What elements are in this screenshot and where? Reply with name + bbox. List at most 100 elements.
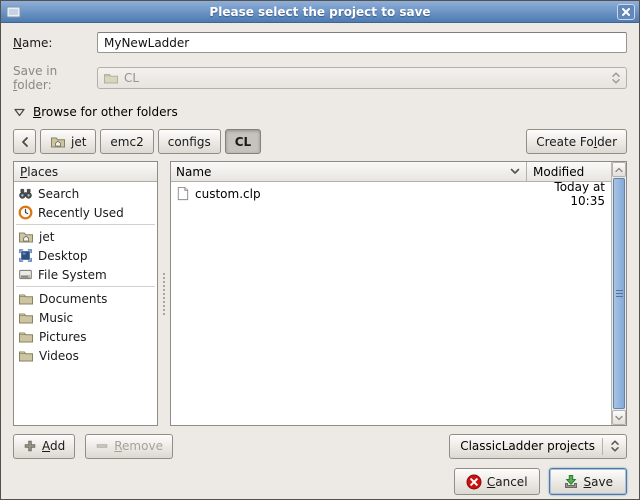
path-back-button[interactable] [13,129,36,154]
file-list-pane: Name Modified custom.clp Today at 10:35 [170,161,627,426]
titlebar[interactable]: Please select the project to save [1,1,639,23]
add-button[interactable]: Add [13,434,75,459]
document-icon [175,186,190,201]
places-header[interactable]: Places [14,162,157,182]
file-list: Name Modified custom.clp Today at 10:35 [171,162,611,425]
path-bar: jet emc2 configs CL Create Folder [13,129,627,154]
close-icon [621,7,631,17]
place-item-label: jet [39,230,54,244]
name-label: Name: [13,36,97,50]
place-item-label: Desktop [38,249,88,263]
remove-label: Remove [114,439,163,453]
places-pane: Places Search Recently Used jet [13,161,158,426]
cancel-button[interactable]: Cancel [454,468,540,495]
place-item-search[interactable]: Search [14,184,157,203]
save-in-folder-label: Save in folder: [13,64,97,92]
project-name-input[interactable] [97,32,627,53]
file-name: custom.clp [195,187,514,201]
file-list-scrollbar[interactable] [611,162,626,425]
combo-divider [602,438,603,455]
desktop-icon [18,248,33,263]
place-item-label: Videos [39,349,79,363]
save-in-folder-combo[interactable]: CL [97,67,627,89]
places-header-label: Places [20,165,58,179]
place-item-pictures[interactable]: Pictures [14,327,157,346]
place-item-desktop[interactable]: Desktop [14,246,157,265]
column-modified-label: Modified [533,165,584,179]
expander-triangle-icon [13,106,26,118]
path-button-label: configs [168,135,211,149]
save-in-folder-row: Save in folder: CL [13,64,627,92]
path-button-jet[interactable]: jet [40,129,96,154]
file-row-custom-clp[interactable]: custom.clp Today at 10:35 [171,184,611,203]
column-header-modified[interactable]: Modified [527,162,611,181]
path-button-emc2[interactable]: emc2 [100,129,153,154]
close-button[interactable] [617,4,635,20]
actions-row: Add Remove ClassicLadder projects [13,433,627,459]
folder-icon [103,70,119,86]
file-type-filter-dropdown[interactable]: ClassicLadder projects [449,434,627,459]
path-button-configs[interactable]: configs [158,129,221,154]
place-item-label: Documents [39,292,107,306]
place-item-label: Recently Used [38,206,124,220]
scroll-down-button[interactable] [612,410,626,425]
save-in-folder-value: CL [124,71,139,85]
plus-icon [23,439,37,453]
minus-icon [95,439,109,453]
folder-icon [18,329,34,345]
search-icon [18,186,33,201]
browser-panes: Places Search Recently Used jet [13,161,627,426]
place-item-documents[interactable]: Documents [14,289,157,308]
path-button-label: jet [71,135,86,149]
scroll-up-button[interactable] [612,162,626,177]
cancel-label: Cancel [487,475,528,489]
recently-used-icon [18,205,33,220]
column-name-label: Name [176,165,211,179]
save-button[interactable]: Save [549,468,627,495]
sort-chevron-down-icon [509,167,521,176]
file-modified: Today at 10:35 [519,180,607,208]
folder-icon [18,310,34,326]
place-item-recently-used[interactable]: Recently Used [14,203,157,222]
name-row: Name: [13,32,627,53]
save-label: Save [584,475,613,489]
create-folder-label: Create Folder [536,135,617,149]
places-separator [16,224,155,225]
folder-icon [18,348,34,364]
place-item-label: Search [38,187,79,201]
dialog-buttons: Cancel Save [13,468,627,495]
chevron-left-icon [20,136,29,148]
places-separator [16,286,155,287]
place-item-videos[interactable]: Videos [14,346,157,365]
home-folder-icon [50,134,66,150]
place-item-label: Pictures [39,330,87,344]
spinner-arrows-icon [611,71,621,85]
browse-other-folders-label: Browse for other folders [33,105,178,119]
save-project-dialog: Please select the project to save Name: … [0,0,640,500]
place-item-file-system[interactable]: File System [14,265,157,284]
place-item-music[interactable]: Music [14,308,157,327]
pane-splitter[interactable] [158,161,170,426]
folder-icon [18,291,34,307]
path-button-label: CL [235,135,251,149]
place-item-label: Music [39,311,73,325]
window-icon [6,6,21,18]
browse-other-folders-expander[interactable]: Browse for other folders [13,104,627,119]
column-header-name[interactable]: Name [171,162,527,181]
splitter-grip-icon [163,273,165,315]
home-folder-icon [18,229,34,245]
add-label: Add [42,439,65,453]
cancel-x-icon [466,474,482,490]
scrollbar-thumb[interactable] [613,178,625,409]
window-menu-button[interactable] [5,5,22,19]
place-item-jet[interactable]: jet [14,227,157,246]
path-button-cl-current[interactable]: CL [225,129,261,154]
path-button-label: emc2 [110,135,143,149]
filter-value: ClassicLadder projects [460,439,595,453]
spinner-arrows-icon [610,439,620,453]
window-title: Please select the project to save [1,5,639,19]
save-icon [563,474,579,490]
drive-icon [18,267,33,282]
create-folder-button[interactable]: Create Folder [526,129,627,154]
remove-button[interactable]: Remove [85,434,173,459]
